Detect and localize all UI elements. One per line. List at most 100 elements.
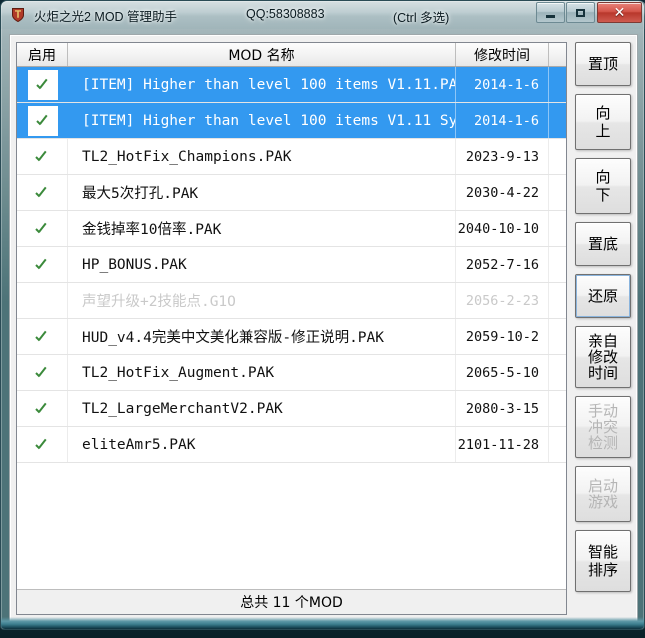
table-row[interactable]: [ITEM] Higher than level 100 items V1.11…	[17, 67, 566, 103]
column-header-pad[interactable]	[549, 43, 566, 66]
minimize-button[interactable]	[536, 2, 565, 23]
checkbox-box[interactable]	[27, 286, 57, 316]
table-row[interactable]: TL2_HotFix_Champions.PAK 2023-9-13	[17, 139, 566, 175]
edit-time-manually-label-char: 时	[587, 364, 603, 383]
move-down-button[interactable]: 向下	[575, 158, 631, 214]
column-header-time[interactable]: 修改时间	[456, 43, 549, 66]
row-mod-name: TL2_HotFix_Champions.PAK	[68, 139, 456, 174]
row-pad-cell	[549, 247, 566, 282]
row-enable-checkbox[interactable]	[17, 247, 68, 282]
list-header: 启用 MOD 名称 修改时间	[17, 43, 566, 67]
maximize-button[interactable]	[566, 2, 595, 23]
row-pad-cell	[549, 67, 566, 102]
row-mod-name: 金钱掉率10倍率.PAK	[68, 211, 456, 246]
check-icon	[36, 78, 50, 92]
table-row[interactable]: HP_BONUS.PAK 2052-7-16	[17, 247, 566, 283]
move-up-label-line: 上	[595, 122, 611, 140]
check-icon	[35, 438, 49, 452]
check-icon	[35, 186, 49, 200]
move-up-button[interactable]: 向上	[575, 94, 631, 150]
manual-conflict-check-label: 手冲检动突测	[588, 403, 618, 452]
row-pad-cell	[549, 175, 566, 210]
row-enable-checkbox[interactable]	[17, 427, 68, 462]
row-mod-name: HUD_v4.4完美中文美化兼容版-修正说明.PAK	[68, 319, 456, 354]
launch-game-label-char: 启	[587, 476, 603, 495]
restore-label: 还原	[588, 287, 618, 305]
check-icon	[36, 114, 50, 128]
row-mod-name: [ITEM] Higher than level 100 items V1.11…	[68, 67, 456, 102]
checkbox-box[interactable]	[27, 214, 57, 244]
row-modified-time: 2014-1-6	[456, 103, 549, 138]
row-mod-name: TL2_LargeMerchantV2.PAK	[68, 391, 456, 426]
launch-game-label-col: 动戏	[603, 476, 619, 511]
check-icon	[35, 366, 49, 380]
checkbox-box[interactable]	[27, 394, 57, 424]
table-row[interactable]: [ITEM] Higher than level 100 items V1.11…	[17, 103, 566, 139]
edit-time-manually-label-char: 自	[603, 331, 619, 350]
launch-game-button: 启游动戏	[575, 466, 631, 522]
row-pad-cell	[549, 427, 566, 462]
table-row[interactable]: TL2_HotFix_Augment.PAK 2065-5-10	[17, 355, 566, 391]
checkbox-box[interactable]	[27, 322, 57, 352]
table-row[interactable]: eliteAmr5.PAK 2101-11-28	[17, 427, 566, 463]
row-enable-checkbox[interactable]	[17, 391, 68, 426]
move-down-label: 向下	[595, 168, 610, 205]
table-row[interactable]: 声望升级+2技能点.G1O 2056-2-23	[17, 283, 566, 319]
edit-time-manually-label-char: 亲	[587, 331, 603, 350]
move-up-label: 向上	[595, 104, 610, 141]
row-enable-checkbox[interactable]	[17, 319, 68, 354]
row-modified-time: 2056-2-23	[456, 283, 549, 318]
checkbox-box[interactable]	[27, 358, 57, 388]
column-header-enable[interactable]: 启用	[17, 43, 68, 66]
row-enable-checkbox[interactable]	[17, 355, 68, 390]
checkbox-box[interactable]	[27, 69, 58, 100]
smart-sort-label: 智能 排序	[588, 543, 618, 580]
row-enable-checkbox[interactable]	[17, 67, 68, 102]
row-modified-time: 2101-11-28	[456, 427, 549, 462]
checkbox-box[interactable]	[27, 430, 57, 460]
close-button[interactable]: ✕	[597, 2, 642, 23]
row-modified-time: 2014-1-6	[456, 67, 549, 102]
checkbox-box[interactable]	[27, 250, 57, 280]
checkbox-box[interactable]	[27, 178, 57, 208]
manual-conflict-check-label-char: 检	[587, 434, 603, 453]
row-enable-checkbox[interactable]	[17, 175, 68, 210]
close-icon: ✕	[613, 4, 626, 20]
row-enable-checkbox[interactable]	[17, 103, 68, 138]
launch-game-label-char: 动	[603, 476, 619, 495]
launch-game-label-char: 游	[587, 493, 603, 511]
multiselect-hint: (Ctrl 多选)	[393, 11, 450, 25]
row-pad-cell	[549, 283, 566, 318]
row-enable-checkbox[interactable]	[17, 211, 68, 246]
mod-list-body[interactable]: [ITEM] Higher than level 100 items V1.11…	[17, 67, 566, 590]
check-icon	[35, 402, 49, 416]
row-pad-cell	[549, 355, 566, 390]
checkbox-box[interactable]	[27, 142, 57, 172]
checkbox-box[interactable]	[27, 105, 58, 136]
row-mod-name: eliteAmr5.PAK	[68, 427, 456, 462]
manual-conflict-check-label-col: 动突测	[603, 403, 618, 452]
move-down-label-line: 向	[595, 167, 611, 186]
row-modified-time: 2052-7-16	[456, 247, 549, 282]
row-enable-checkbox[interactable]	[17, 139, 68, 174]
table-row[interactable]: 最大5次打孔.PAK 2030-4-22	[17, 175, 566, 211]
row-enable-checkbox[interactable]	[17, 283, 68, 318]
check-icon	[35, 222, 49, 236]
smart-sort-button[interactable]: 智能 排序	[575, 530, 631, 592]
move-to-top-label: 置顶	[588, 55, 618, 73]
move-to-bottom-button[interactable]: 置底	[575, 222, 631, 266]
row-pad-cell	[549, 391, 566, 426]
table-row[interactable]: TL2_LargeMerchantV2.PAK 2080-3-15	[17, 391, 566, 427]
table-row[interactable]: HUD_v4.4完美中文美化兼容版-修正说明.PAK 2059-10-2	[17, 319, 566, 355]
manual-conflict-check-label-char: 动	[603, 401, 619, 420]
table-row[interactable]: 金钱掉率10倍率.PAK 2040-10-10	[17, 211, 566, 247]
manual-conflict-check-label-col: 手冲检	[588, 403, 603, 452]
window-controls: ✕	[535, 2, 642, 23]
restore-button[interactable]: 还原	[575, 274, 631, 318]
edit-time-manually-button[interactable]: 亲修时自改间	[575, 326, 631, 388]
column-header-name[interactable]: MOD 名称	[68, 43, 456, 66]
row-modified-time: 2023-9-13	[456, 139, 549, 174]
move-to-top-button[interactable]: 置顶	[575, 42, 631, 86]
manual-conflict-check-label-char: 手	[587, 401, 603, 420]
title-bar[interactable]: 火炬之光2 MOD 管理助手 QQ:58308883 (Ctrl 多选) ✕	[1, 1, 645, 29]
